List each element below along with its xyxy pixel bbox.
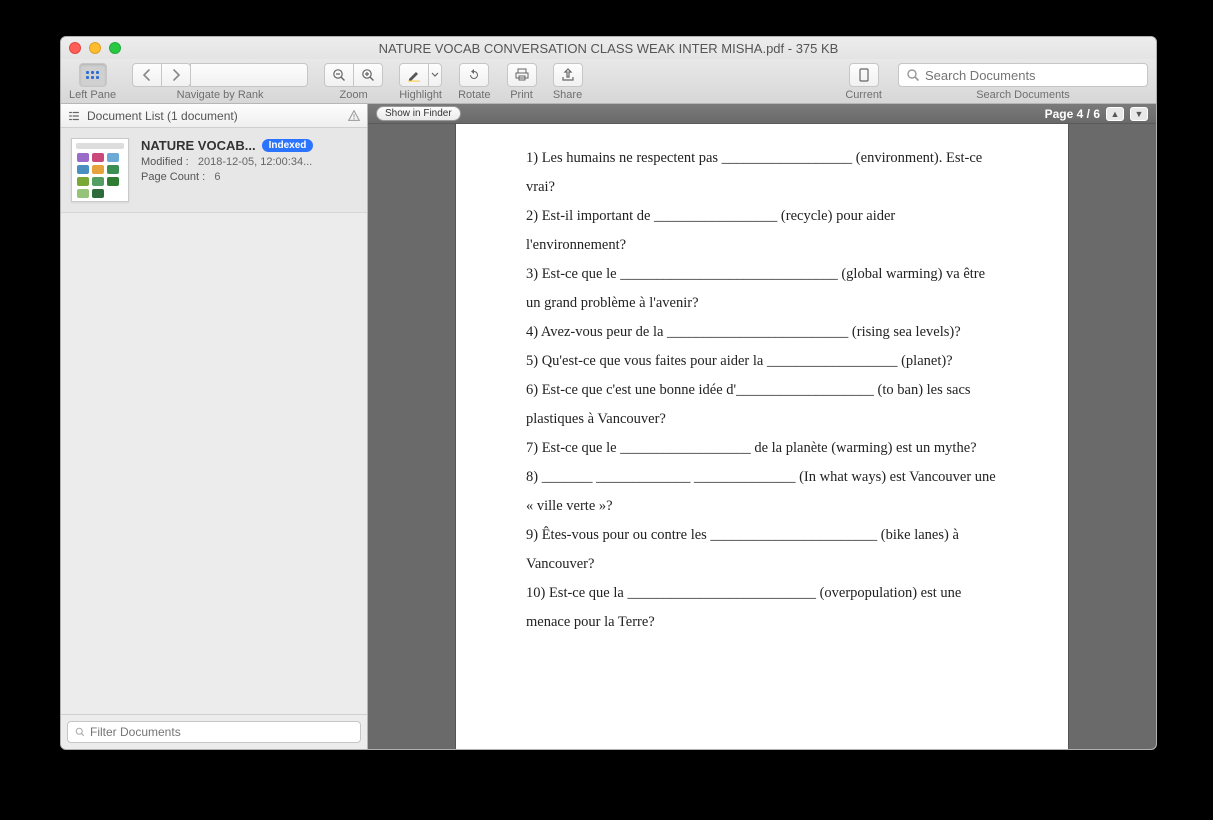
current-label: Current [845,89,882,101]
minimize-window-button[interactable] [89,42,101,54]
toolbar: Left Pane Navigate by Rank [61,59,1156,104]
highlight-button[interactable] [399,63,429,87]
highlight-group: Highlight [399,63,442,101]
warning-icon[interactable] [347,109,361,123]
search-label: Search Documents [976,89,1070,101]
modified-label: Modified : [141,156,189,168]
indexed-badge: Indexed [262,139,314,152]
zoom-in-button[interactable] [353,63,383,87]
rank-field[interactable] [190,63,308,87]
print-group: Print [507,63,537,101]
pagecount-label: Page Count : [141,171,205,183]
window-controls [69,42,121,54]
share-button[interactable] [553,63,583,87]
page-up-button[interactable]: ▲ [1106,107,1124,121]
zoom-window-button[interactable] [109,42,121,54]
nav-forward-button[interactable] [161,63,191,87]
left-pane-group: Left Pane [69,63,116,101]
rotate-label: Rotate [458,89,490,101]
body: Document List (1 document) [61,104,1156,749]
doc-line: 3) Est-ce que le _______________________… [526,260,998,318]
rotate-icon [466,67,482,83]
zoom-out-button[interactable] [324,63,354,87]
left-pane-toggle[interactable] [79,63,107,87]
doc-line: 7) Est-ce que le __________________ de l… [526,434,998,463]
document-title: NATURE VOCAB... [141,138,256,153]
search-icon [74,726,86,738]
nav-back-button[interactable] [132,63,162,87]
viewer-topbar: Show in Finder Page 4 / 6 ▲ ▼ [368,104,1156,124]
modified-value: 2018-12-05, 12:00:34... [198,156,312,168]
chevron-left-icon [139,67,155,83]
chevron-down-icon [431,71,439,79]
current-group: Current [845,63,882,101]
highlight-label: Highlight [399,89,442,101]
chevron-right-icon [168,67,184,83]
print-label: Print [510,89,533,101]
search-icon [905,67,921,83]
navigate-label: Navigate by Rank [177,89,264,101]
page-down-button[interactable]: ▼ [1130,107,1148,121]
page-indicator: Page 4 / 6 ▲ ▼ [1045,107,1148,121]
grid-icon [86,71,99,79]
doc-line: 5) Qu'est-ce que vous faites pour aider … [526,347,998,376]
document-list-item[interactable]: NATURE VOCAB... Indexed Modified : 2018-… [61,128,367,213]
left-pane-header: Document List (1 document) [61,104,367,128]
doc-line: 8) _______ _____________ ______________ … [526,463,998,521]
app-window: NATURE VOCAB CONVERSATION CLASS WEAK INT… [60,36,1157,750]
zoom-out-icon [331,67,347,83]
share-icon [560,67,576,83]
left-header-text: Document List (1 document) [87,109,238,123]
search-field[interactable] [898,63,1148,87]
doc-line: 1) Les humains ne respectent pas _______… [526,144,998,202]
zoom-label: Zoom [340,89,368,101]
printer-icon [514,67,530,83]
page-indicator-text: Page 4 / 6 [1045,107,1100,121]
doc-line: 9) Êtes-vous pour ou contre les ________… [526,521,998,579]
doc-line: 4) Avez-vous peur de la ________________… [526,318,998,347]
highlight-menu-button[interactable] [428,63,442,87]
doc-line: 10) Est-ce que la ______________________… [526,579,998,637]
navigate-group: Navigate by Rank [132,63,308,101]
document-thumbnail [71,138,129,202]
current-layout-button[interactable] [849,63,879,87]
filter-bar [61,714,367,749]
rotate-group: Rotate [458,63,490,101]
zoom-group: Zoom [324,63,383,101]
doc-line: 6) Est-ce que c'est une bonne idée d'___… [526,376,998,434]
show-in-finder-button[interactable]: Show in Finder [376,106,461,121]
list-icon [67,109,81,123]
left-pane-label: Left Pane [69,89,116,101]
doc-line: 2) Est-il important de _________________… [526,202,998,260]
pdf-page: 1) Les humains ne respectent pas _______… [456,124,1068,749]
filter-input[interactable] [90,725,354,739]
document-meta: NATURE VOCAB... Indexed Modified : 2018-… [141,138,357,202]
zoom-in-icon [360,67,376,83]
window-title: NATURE VOCAB CONVERSATION CLASS WEAK INT… [61,41,1156,56]
close-window-button[interactable] [69,42,81,54]
print-button[interactable] [507,63,537,87]
pagecount-value: 6 [214,171,220,183]
highlighter-icon [406,67,422,83]
share-label: Share [553,89,582,101]
document-area[interactable]: 1) Les humains ne respectent pas _______… [368,124,1156,749]
viewer: Show in Finder Page 4 / 6 ▲ ▼ 1) Les hum… [368,104,1156,749]
rotate-button[interactable] [459,63,489,87]
search-input[interactable] [925,68,1141,83]
page-icon [856,67,872,83]
share-group: Share [553,63,583,101]
titlebar: NATURE VOCAB CONVERSATION CLASS WEAK INT… [61,37,1156,59]
filter-field[interactable] [67,721,361,743]
left-pane: Document List (1 document) [61,104,368,749]
search-group: Search Documents [898,63,1148,101]
